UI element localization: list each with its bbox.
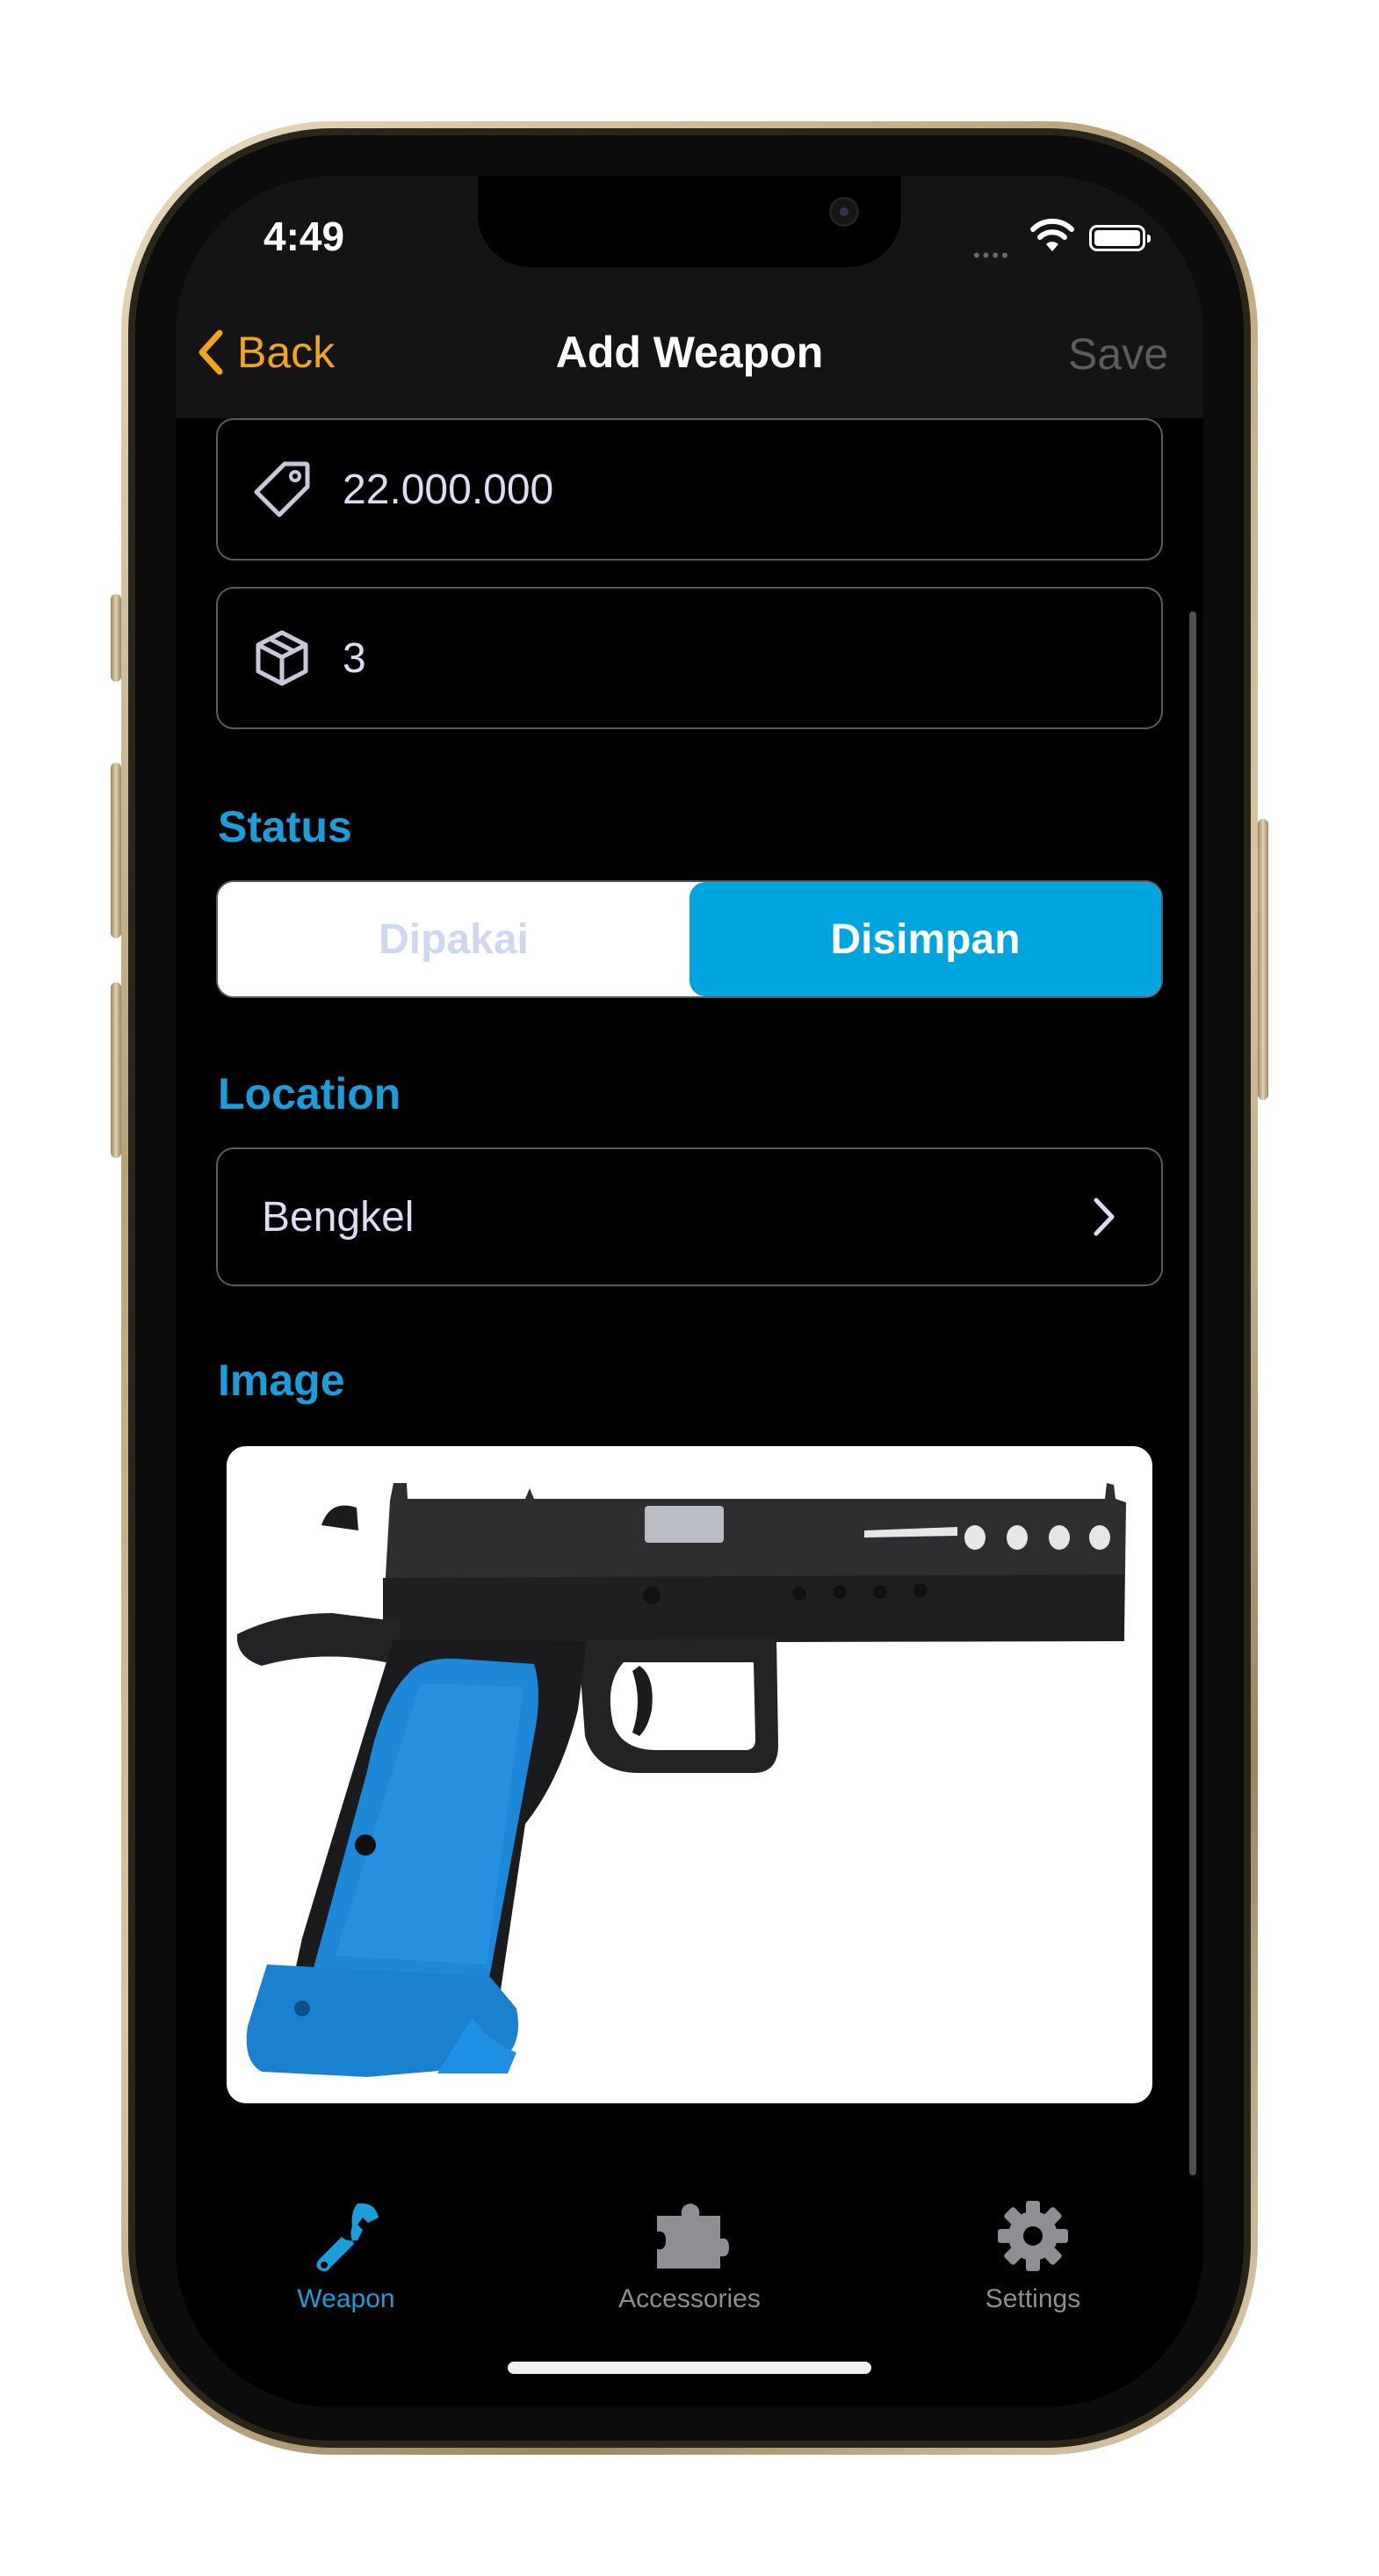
tag-icon [251,459,313,520]
scrollbar[interactable] [1189,611,1196,2175]
image-section-label: Image [218,1356,345,1405]
save-button[interactable]: Save [1068,329,1168,380]
puzzle-icon [657,2203,729,2268]
segment-disimpan[interactable]: Disimpan [690,882,1161,996]
pistol-illustration [236,1483,1126,2077]
price-field[interactable]: 22.000.000 [216,418,1163,561]
location-value: Bengkel [262,1193,415,1241]
volume-down-button [111,982,121,1158]
quantity-value: 3 [343,634,366,682]
notch [478,176,901,267]
status-segmented-control: Dipakai Disimpan [216,880,1163,998]
gear-icon [998,2201,1068,2271]
wrench-icon [316,2203,379,2272]
tab-weapon-label: Weapon [297,2284,395,2313]
front-camera [829,197,859,227]
quantity-field[interactable]: 3 [216,587,1163,729]
chevron-right-icon [1094,1198,1115,1236]
home-indicator[interactable] [508,2362,871,2374]
status-time: 4:49 [264,213,345,259]
tab-accessories-label: Accessories [618,2284,761,2313]
battery-icon [1089,225,1151,251]
location-section-label: Location [218,1069,401,1118]
power-button [1258,819,1268,1100]
wifi-icon [1030,218,1074,251]
tab-settings[interactable]: Settings [901,2196,1165,2314]
tab-weapon[interactable]: Weapon [214,2196,478,2314]
weapon-image[interactable] [227,1446,1152,2103]
screen: 4:49 •••• Back Add Weapon Save 22.000.00… [176,176,1203,2407]
signal-dots-icon: •••• [973,244,1011,266]
mute-switch [111,594,121,682]
status-section-label: Status [218,802,352,851]
box-icon [251,627,313,689]
segment-dipakai[interactable]: Dipakai [218,882,690,996]
tab-settings-label: Settings [985,2284,1081,2313]
location-picker[interactable]: Bengkel [216,1147,1163,1286]
price-value: 22.000.000 [343,466,554,513]
volume-up-button [111,763,121,938]
tab-accessories[interactable]: Accessories [558,2196,821,2314]
page-title: Add Weapon [555,328,824,377]
